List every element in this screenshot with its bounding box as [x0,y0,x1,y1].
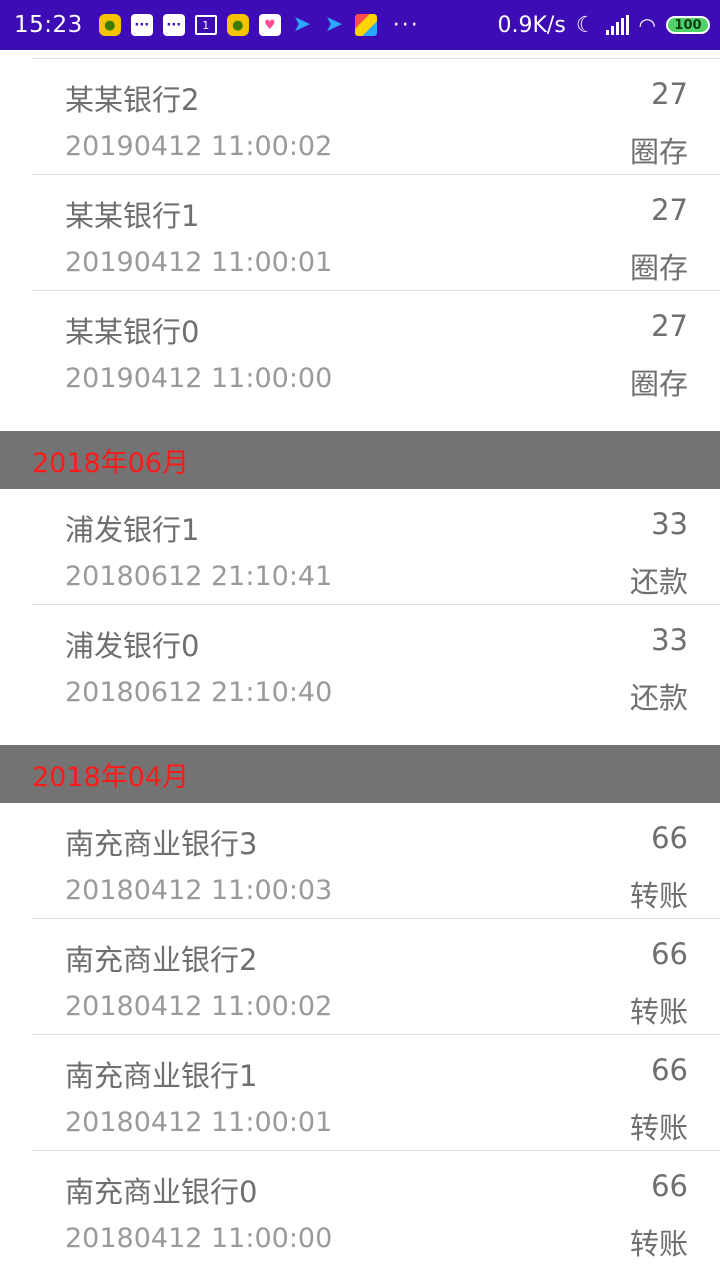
timestamp: 20190412 11:00:02 [65,131,333,162]
timestamp: 20180412 11:00:00 [65,1223,333,1254]
list-item[interactable]: 某某银行0 27 20190412 11:00:00 圈存 [32,291,720,407]
coin-app-icon: ● [98,14,121,36]
bank-name: 南充商业银行1 [65,1059,258,1093]
timestamp: 20180612 21:10:40 [65,677,333,708]
status-bar: 15:23 ● ··· ··· 1 ● ♥ ➤ ➤ ··· 0.9K/s ☾ ◠… [0,0,720,50]
message-icon: ··· [130,14,153,36]
bank-name: 南充商业银行0 [65,1175,258,1209]
list-item[interactable]: 浦发银行0 33 20180612 21:10:40 还款 [32,605,720,721]
amount: 66 [651,1169,688,1203]
transaction-type: 还款 [629,681,688,715]
amount: 33 [651,623,688,657]
do-not-disturb-icon: ☾ [575,12,596,38]
bank-name: 南充商业银行2 [65,943,258,977]
transaction-type: 转账 [629,879,688,913]
timestamp: 20190412 11:00:01 [65,247,333,278]
amount: 66 [651,821,688,855]
kite-app-icon [354,14,377,36]
bank-name: 南充商业银行3 [65,827,258,861]
send-app-icon-2: ➤ [324,12,344,37]
battery-icon: 100 [666,16,710,34]
amount: 27 [651,309,688,343]
section-header-2018-06: 2018年06月 [0,431,720,489]
notification-icons: ● ··· ··· 1 ● ♥ ➤ ➤ ··· [98,12,420,38]
amount: 66 [651,937,688,971]
list-item[interactable]: 南充商业银行3 66 20180412 11:00:03 转账 [32,803,720,919]
amount: 66 [651,1053,688,1087]
transaction-type: 转账 [629,1227,688,1261]
bank-name: 浦发银行1 [65,513,200,547]
status-right: 0.9K/s ☾ ◠ 100 [498,13,710,38]
amount: 27 [651,193,688,227]
transaction-list[interactable]: 某某银行2 27 20190412 11:00:02 圈存 某某银行1 27 2… [0,50,720,1267]
list-item[interactable]: 某某银行2 27 20190412 11:00:02 圈存 [32,59,720,175]
list-item[interactable]: 浦发银行1 33 20180612 21:10:41 还款 [32,489,720,605]
status-time: 15:23 [14,12,83,38]
transaction-type: 圈存 [629,367,688,401]
timestamp: 20190412 11:00:00 [65,363,333,394]
wifi-icon: ◠ [638,13,656,37]
list-item[interactable]: 南充商业银行2 66 20180412 11:00:02 转账 [32,919,720,1035]
amount: 33 [651,507,688,541]
timestamp: 20180612 21:10:41 [65,561,333,592]
signal-icon [605,15,629,35]
section-header-2018-04: 2018年04月 [0,745,720,803]
timestamp: 20180412 11:00:01 [65,1107,333,1138]
coin-app-icon-2: ● [226,14,249,36]
bank-name: 某某银行1 [65,199,200,233]
bank-name: 某某银行2 [65,83,200,117]
bank-name: 某某银行0 [65,315,200,349]
transaction-type: 圈存 [629,135,688,169]
timestamp: 20180412 11:00:02 [65,991,333,1022]
transaction-type: 转账 [629,995,688,1029]
net-speed: 0.9K/s [497,12,566,38]
calendar-icon: 1 [194,15,217,35]
list-top-divider [32,50,720,59]
bank-name: 浦发银行0 [65,629,200,663]
list-item[interactable]: 南充商业银行1 66 20180412 11:00:01 转账 [32,1035,720,1151]
list-item[interactable]: 某某银行1 27 20190412 11:00:01 圈存 [32,175,720,291]
mail-app-icon: ♥ [258,14,281,36]
timestamp: 20180412 11:00:03 [65,875,333,906]
transaction-type: 圈存 [629,251,688,285]
transaction-type: 还款 [629,565,688,599]
list-item[interactable]: 南充商业银行0 66 20180412 11:00:00 转账 [32,1151,720,1267]
amount: 27 [651,77,688,111]
transaction-type: 转账 [629,1111,688,1145]
send-app-icon: ➤ [292,12,312,37]
more-notifications-icon: ··· [392,12,420,38]
message-icon-2: ··· [162,14,185,36]
